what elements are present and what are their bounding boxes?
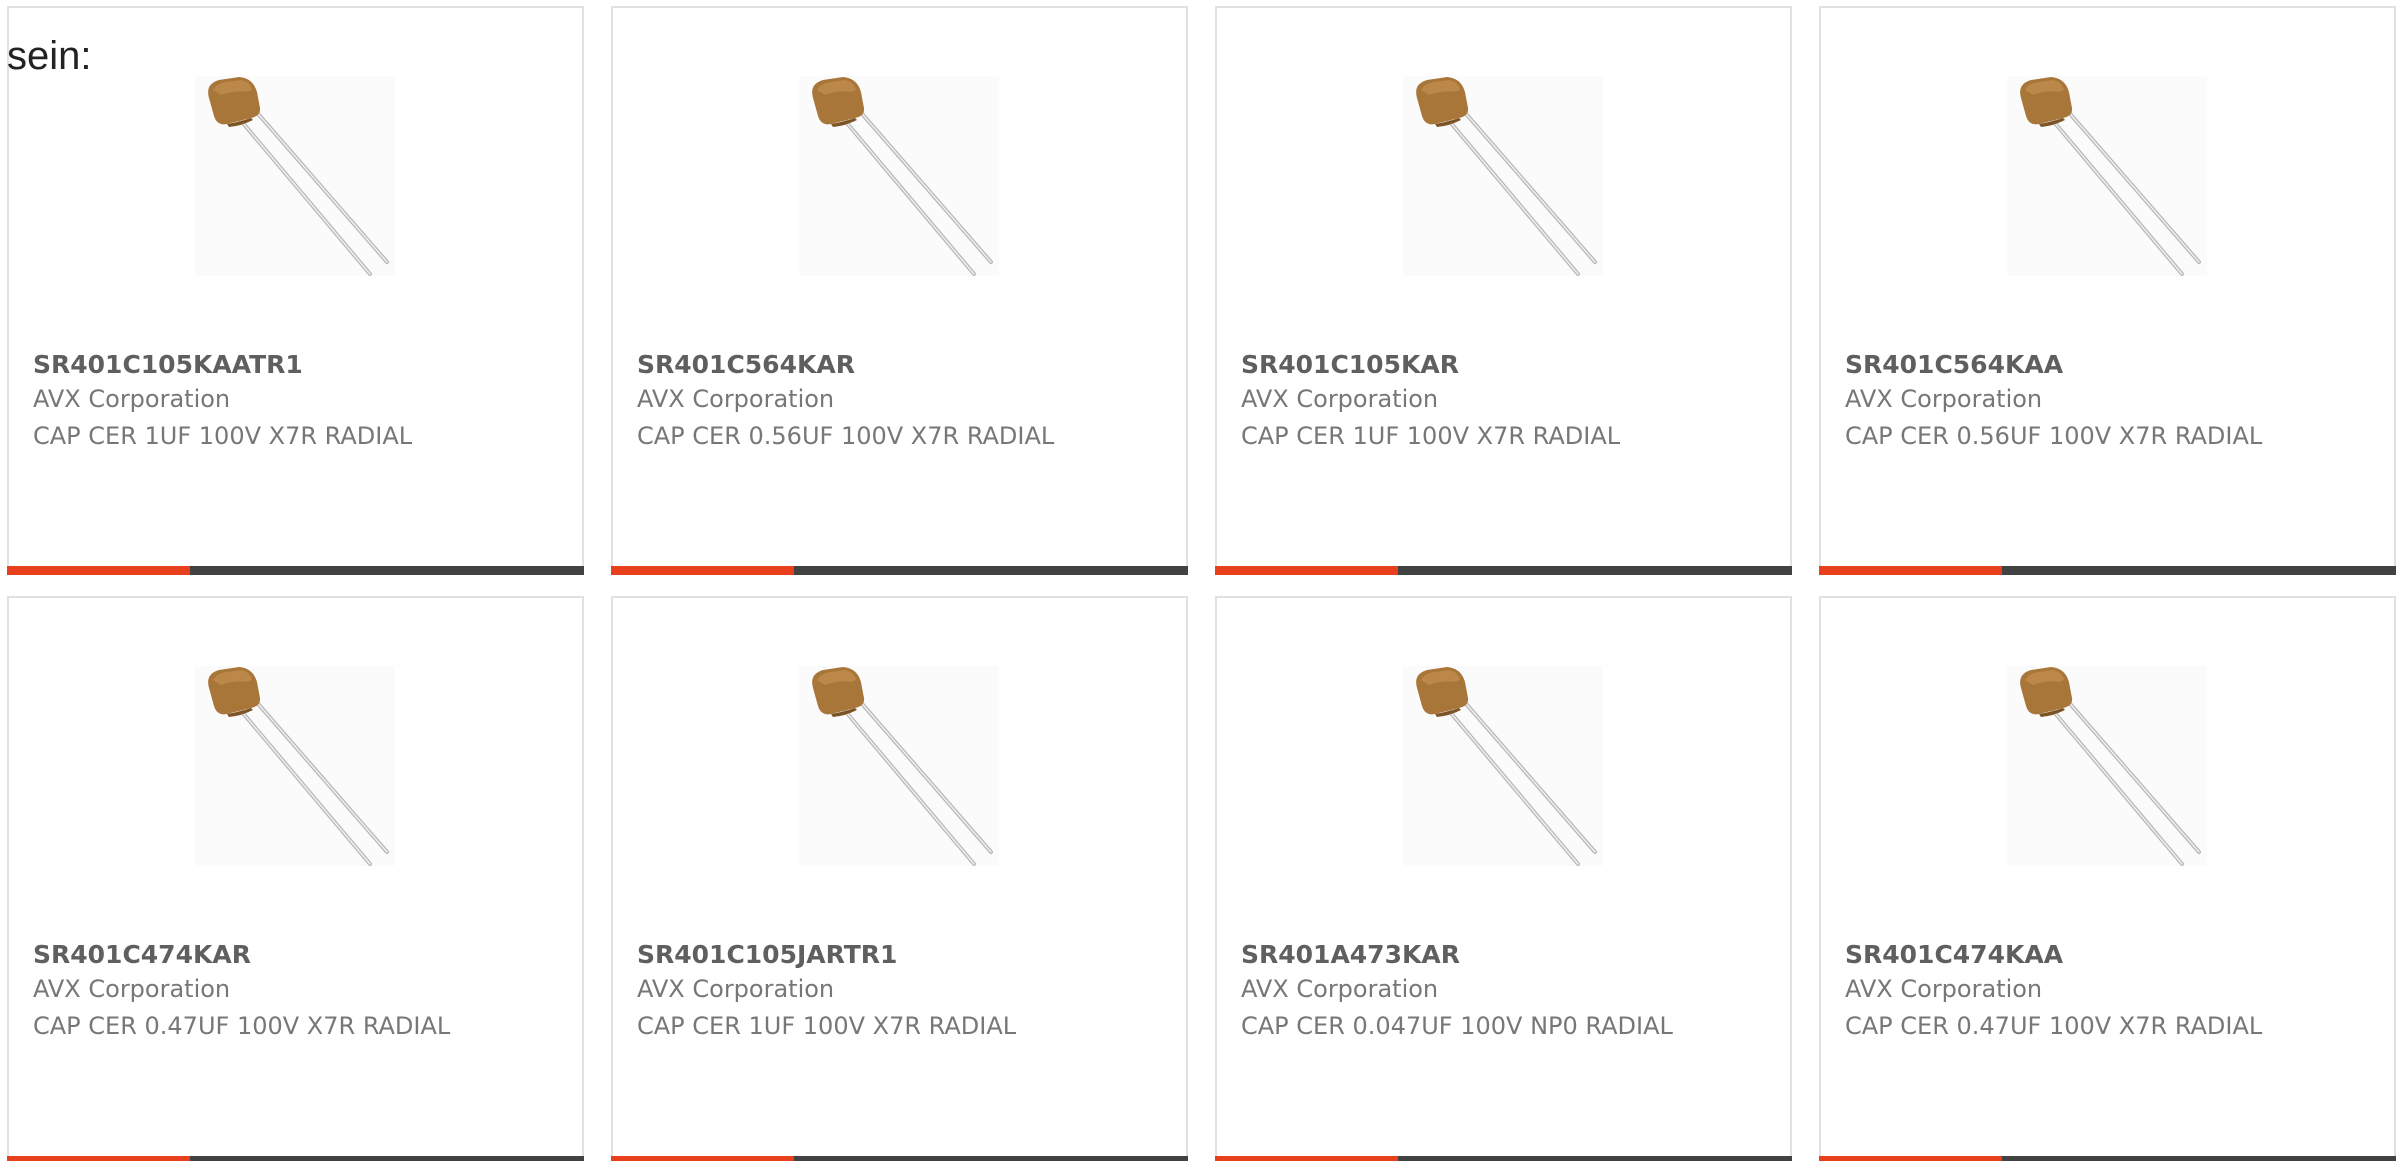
product-description: CAP CER 0.47UF 100V X7R RADIAL xyxy=(33,1012,451,1040)
capacitor-image xyxy=(2020,667,2201,866)
ceramic-capacitor-icon[interactable] xyxy=(195,666,395,866)
product-description: CAP CER 1UF 100V X7R RADIAL xyxy=(33,422,413,450)
manufacturer-name: AVX Corporation xyxy=(1241,975,1439,1003)
bar-dark-segment xyxy=(190,566,584,575)
manufacturer-name: AVX Corporation xyxy=(1241,385,1439,413)
intro-text: sein: xyxy=(7,34,92,78)
ceramic-capacitor-icon[interactable] xyxy=(1403,666,1603,866)
product-card[interactable]: SR401C474KAR AVX Corporation CAP CER 0.4… xyxy=(7,596,584,1161)
product-description: CAP CER 1UF 100V X7R RADIAL xyxy=(1241,422,1621,450)
product-card[interactable]: SR401C564KAR AVX Corporation CAP CER 0.5… xyxy=(611,6,1188,575)
manufacturer-name: AVX Corporation xyxy=(1845,975,2043,1003)
part-number-link[interactable]: SR401C474KAA xyxy=(1845,940,2063,969)
part-number-link[interactable]: SR401C474KAR xyxy=(33,940,251,969)
product-listing-page: sein: SR401C105KAATR1 AVX Corporation CA… xyxy=(0,0,2400,1161)
card-accent-bar xyxy=(1215,1156,1792,1161)
ceramic-capacitor-icon[interactable] xyxy=(799,76,999,276)
bar-dark-segment xyxy=(1398,1156,1792,1161)
card-accent-bar xyxy=(611,566,1188,575)
capacitor-image xyxy=(1416,77,1597,276)
product-card[interactable]: SR401A473KAR AVX Corporation CAP CER 0.0… xyxy=(1215,596,1792,1161)
product-card[interactable]: SR401C105KAATR1 AVX Corporation CAP CER … xyxy=(7,6,584,575)
bar-accent-segment xyxy=(1215,566,1398,575)
manufacturer-name: AVX Corporation xyxy=(33,975,231,1003)
capacitor-image xyxy=(208,667,389,866)
bar-accent-segment xyxy=(1819,566,2002,575)
manufacturer-name: AVX Corporation xyxy=(637,385,835,413)
product-description: CAP CER 0.47UF 100V X7R RADIAL xyxy=(1845,1012,2263,1040)
card-accent-bar xyxy=(7,1156,584,1161)
bar-accent-segment xyxy=(1819,1156,2002,1161)
part-number-link[interactable]: SR401C105JARTR1 xyxy=(637,940,897,969)
capacitor-image xyxy=(208,77,389,276)
product-card[interactable]: SR401C474KAA AVX Corporation CAP CER 0.4… xyxy=(1819,596,2396,1161)
product-card[interactable]: SR401C564KAA AVX Corporation CAP CER 0.5… xyxy=(1819,6,2396,575)
card-accent-bar xyxy=(1215,566,1792,575)
bar-accent-segment xyxy=(7,566,190,575)
part-number-link[interactable]: SR401C564KAA xyxy=(1845,350,2063,379)
bar-dark-segment xyxy=(2002,566,2396,575)
card-accent-bar xyxy=(1819,566,2396,575)
product-card[interactable]: SR401C105JARTR1 AVX Corporation CAP CER … xyxy=(611,596,1188,1161)
part-number-link[interactable]: SR401A473KAR xyxy=(1241,940,1460,969)
card-accent-bar xyxy=(1819,1156,2396,1161)
bar-accent-segment xyxy=(611,566,794,575)
manufacturer-name: AVX Corporation xyxy=(1845,385,2043,413)
bar-accent-segment xyxy=(7,1156,190,1161)
card-accent-bar xyxy=(611,1156,1188,1161)
product-description: CAP CER 1UF 100V X7R RADIAL xyxy=(637,1012,1017,1040)
bar-dark-segment xyxy=(190,1156,584,1161)
product-description: CAP CER 0.56UF 100V X7R RADIAL xyxy=(637,422,1055,450)
capacitor-image xyxy=(1416,667,1597,866)
bar-accent-segment xyxy=(1215,1156,1398,1161)
manufacturer-name: AVX Corporation xyxy=(637,975,835,1003)
card-accent-bar xyxy=(7,566,584,575)
part-number-link[interactable]: SR401C105KAR xyxy=(1241,350,1459,379)
ceramic-capacitor-icon[interactable] xyxy=(2007,76,2207,276)
capacitor-image xyxy=(812,667,993,866)
bar-dark-segment xyxy=(1398,566,1792,575)
part-number-link[interactable]: SR401C105KAATR1 xyxy=(33,350,303,379)
ceramic-capacitor-icon[interactable] xyxy=(799,666,999,866)
capacitor-image xyxy=(2020,77,2201,276)
product-description: CAP CER 0.56UF 100V X7R RADIAL xyxy=(1845,422,2263,450)
manufacturer-name: AVX Corporation xyxy=(33,385,231,413)
part-number-link[interactable]: SR401C564KAR xyxy=(637,350,855,379)
bar-dark-segment xyxy=(2002,1156,2396,1161)
bar-accent-segment xyxy=(611,1156,794,1161)
capacitor-image xyxy=(812,77,993,276)
bar-dark-segment xyxy=(794,566,1188,575)
ceramic-capacitor-icon[interactable] xyxy=(2007,666,2207,866)
product-description: CAP CER 0.047UF 100V NP0 RADIAL xyxy=(1241,1012,1673,1040)
ceramic-capacitor-icon[interactable] xyxy=(195,76,395,276)
product-card[interactable]: SR401C105KAR AVX Corporation CAP CER 1UF… xyxy=(1215,6,1792,575)
ceramic-capacitor-icon[interactable] xyxy=(1403,76,1603,276)
bar-dark-segment xyxy=(794,1156,1188,1161)
